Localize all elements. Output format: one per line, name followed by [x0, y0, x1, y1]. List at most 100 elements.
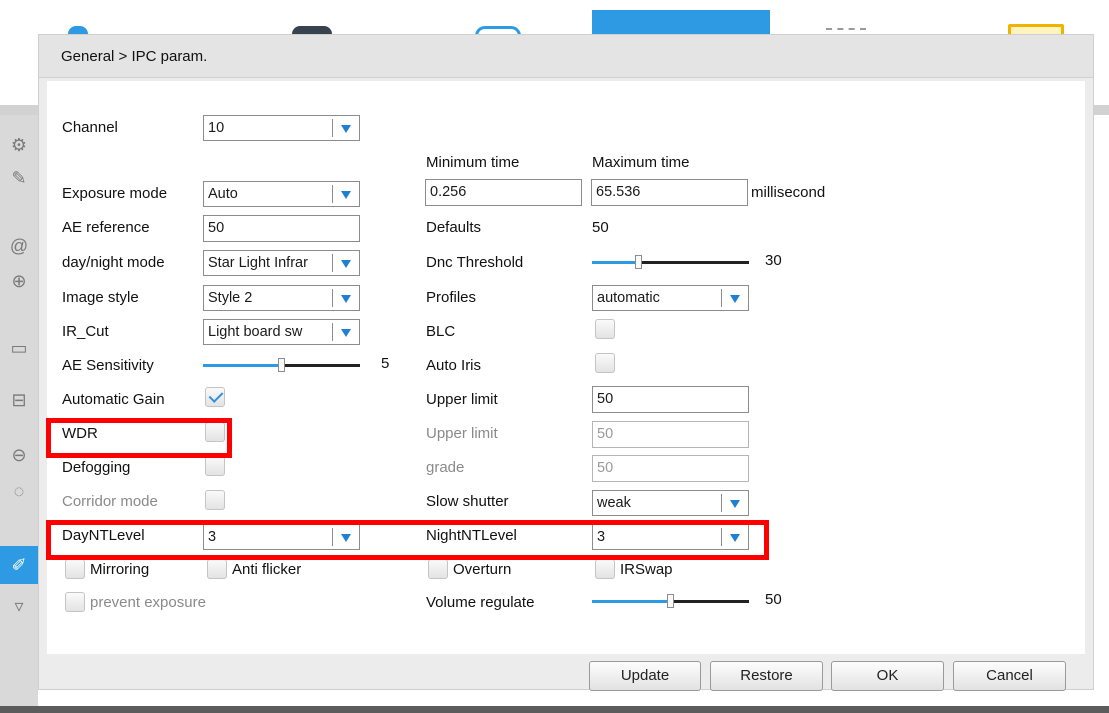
slow-shutter-label: Slow shutter	[426, 493, 509, 510]
ir-cut-value: Light board sw	[208, 324, 303, 340]
prevent-exposure-checkbox[interactable]	[65, 592, 85, 612]
gear-icon[interactable]: ⚙	[6, 132, 32, 158]
monitor-icon[interactable]: ▭	[6, 335, 32, 361]
nt-level-highlight-box	[46, 520, 769, 560]
ok-button[interactable]: OK	[831, 661, 944, 691]
day-night-mode-value: Star Light Infrar	[208, 255, 308, 271]
bottom-background	[230, 690, 1109, 706]
chevron-down-icon[interactable]	[332, 119, 359, 137]
profiles-select[interactable]: automatic	[592, 285, 749, 311]
left-sidebar: ⚙ ✎ @ ⊕ ▭ ⊟ ⊖ ◌ ✐ ▿	[0, 115, 38, 713]
chevron-down-icon[interactable]	[332, 185, 359, 203]
slider-thumb[interactable]	[277, 358, 285, 372]
ir-swap-checkbox[interactable]	[595, 559, 615, 579]
overturn-label: Overturn	[453, 561, 512, 578]
record-nav-icon[interactable]	[292, 26, 332, 34]
corridor-mode-label: Corridor mode	[62, 493, 158, 510]
edit-icon[interactable]: ✎	[6, 165, 32, 191]
image-style-label: Image style	[62, 289, 139, 306]
image-style-select[interactable]: Style 2	[203, 285, 360, 311]
corridor-mode-checkbox[interactable]	[205, 490, 225, 510]
chevron-down-icon[interactable]	[332, 289, 359, 307]
blc-checkbox[interactable]	[595, 319, 615, 339]
ae-sensitivity-value: 5	[381, 355, 390, 372]
volume-regulate-label: Volume regulate	[426, 594, 535, 611]
volume-regulate-value: 50	[765, 591, 782, 608]
slider-fill	[592, 600, 671, 603]
globe-icon[interactable]: ⊕	[6, 268, 32, 294]
volume-regulate-slider[interactable]	[592, 594, 749, 608]
restore-button[interactable]: Restore	[710, 661, 823, 691]
keyboard-icon[interactable]: ⊟	[6, 387, 32, 413]
automatic-gain-checkbox[interactable]	[205, 387, 225, 407]
exposure-mode-select[interactable]: Auto	[203, 181, 360, 207]
ae-reference-input[interactable]: 50	[203, 215, 360, 242]
cancel-button[interactable]: Cancel	[953, 661, 1066, 691]
auto-iris-label: Auto Iris	[426, 357, 482, 374]
profiles-label: Profiles	[426, 289, 477, 306]
channel-label: Channel	[62, 119, 118, 136]
upper-limit-2-input[interactable]: 50	[592, 421, 749, 448]
chevron-down-icon[interactable]	[332, 323, 359, 341]
chevron-down-icon[interactable]	[721, 494, 748, 512]
defaults-label: Defaults	[426, 219, 482, 236]
exposure-mode-value: Auto	[208, 186, 238, 202]
prevent-exposure-label: prevent exposure	[90, 594, 206, 611]
max-time-header: Maximum time	[592, 154, 690, 171]
bottom-status-strip	[0, 706, 1109, 713]
min-time-header: Minimum time	[426, 154, 520, 171]
exposure-mode-label: Exposure mode	[62, 185, 168, 202]
defogging-checkbox[interactable]	[205, 456, 225, 476]
image-style-value: Style 2	[208, 290, 253, 306]
profiles-value: automatic	[597, 290, 660, 306]
day-night-mode-select[interactable]: Star Light Infrar	[203, 250, 360, 276]
disk-icon[interactable]: ⊖	[6, 442, 32, 468]
mirroring-label: Mirroring	[90, 561, 150, 578]
slider-fill	[592, 261, 640, 264]
update-button[interactable]: Update	[589, 661, 701, 691]
camera-settings-icon[interactable]: ✐	[0, 546, 38, 584]
channel-value: 10	[208, 120, 225, 136]
upper-limit-label: Upper limit	[426, 391, 498, 408]
ir-swap-label: IRSwap	[620, 561, 673, 578]
overturn-checkbox[interactable]	[428, 559, 448, 579]
grade-label: grade	[426, 459, 465, 476]
storage-icon[interactable]: ▿	[6, 593, 32, 619]
dnc-threshold-label: Dnc Threshold	[426, 254, 524, 271]
ir-cut-select[interactable]: Light board sw	[203, 319, 360, 345]
home-nav-icon[interactable]	[68, 26, 88, 34]
chevron-down-icon[interactable]	[721, 289, 748, 307]
anti-flicker-checkbox[interactable]	[207, 559, 227, 579]
slow-shutter-value: weak	[597, 495, 631, 511]
upper-limit-input[interactable]: 50	[592, 386, 749, 413]
automatic-gain-label: Automatic Gain	[62, 391, 165, 408]
refresh-icon[interactable]: ◌	[6, 478, 32, 504]
dialog-header: General > IPC param.	[39, 35, 1093, 78]
day-night-mode-label: day/night mode	[62, 254, 165, 271]
ae-sensitivity-slider[interactable]	[203, 358, 360, 372]
slider-thumb[interactable]	[666, 594, 674, 608]
dialog-title: General > IPC param.	[61, 48, 208, 65]
anti-flicker-label: Anti flicker	[232, 561, 302, 578]
at-sign-icon[interactable]: @	[6, 233, 32, 259]
grade-input[interactable]: 50	[592, 455, 749, 482]
mirroring-checkbox[interactable]	[65, 559, 85, 579]
channel-select[interactable]: 10	[203, 115, 360, 141]
dnc-threshold-slider[interactable]	[592, 255, 749, 269]
blc-label: BLC	[426, 323, 456, 340]
ir-cut-label: IR_Cut	[62, 323, 109, 340]
exposure-max-input[interactable]: 65.536	[591, 179, 748, 206]
slow-shutter-select[interactable]: weak	[592, 490, 749, 516]
exposure-min-input[interactable]: 0.256	[425, 179, 582, 206]
settings-panel: Channel 10 Minimum time Maximum time Exp…	[47, 81, 1085, 654]
slider-fill	[203, 364, 282, 367]
ae-sensitivity-label: AE Sensitivity	[62, 357, 154, 374]
exposure-unit-label: millisecond	[751, 184, 826, 201]
defaults-value: 50	[592, 219, 609, 236]
chevron-down-icon[interactable]	[332, 254, 359, 272]
auto-iris-checkbox[interactable]	[595, 353, 615, 373]
dnc-threshold-value: 30	[765, 252, 782, 269]
ipc-param-dialog: General > IPC param. Channel 10 Minimum …	[38, 34, 1094, 691]
slider-thumb[interactable]	[635, 255, 643, 269]
ae-reference-label: AE reference	[62, 219, 150, 236]
